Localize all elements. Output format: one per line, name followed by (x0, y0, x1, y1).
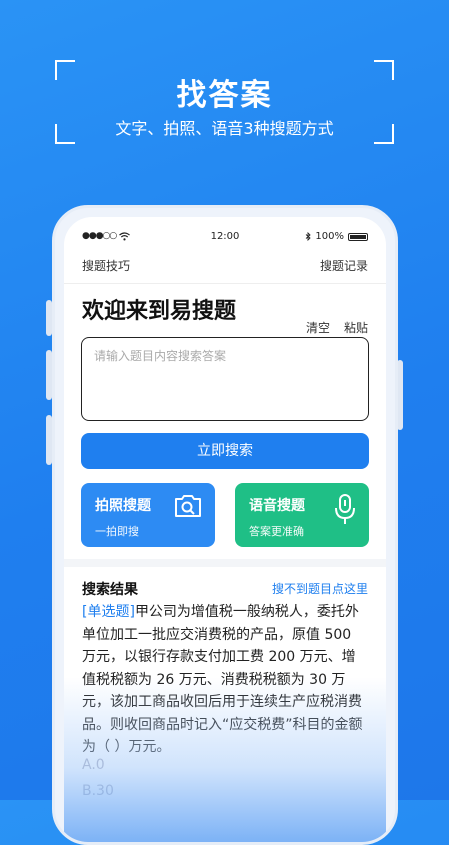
top-nav: 搜题技巧 搜题记录 (82, 257, 368, 277)
search-now-button[interactable]: 立即搜索 (81, 433, 369, 469)
search-tips-link[interactable]: 搜题技巧 (82, 257, 130, 274)
photo-search-card[interactable]: 拍照搜题 一拍即搜 (81, 483, 215, 547)
camera-search-icon (175, 495, 201, 517)
bluetooth-icon (306, 232, 312, 241)
question-body: 甲公司为增值税一般纳税人，委托外单位加工一批应交消费税的产品，原值 500 万元… (82, 604, 363, 755)
hero-subtitle: 文字、拍照、语音3种搜题方式 (115, 119, 334, 138)
divider (64, 283, 386, 284)
microphone-icon (335, 494, 355, 524)
input-actions: 清空 粘贴 (306, 319, 368, 336)
battery-percent: 100% (315, 231, 344, 242)
voice-search-card[interactable]: 语音搜题 答案更准确 (235, 483, 369, 547)
search-history-link[interactable]: 搜题记录 (320, 257, 368, 274)
question-input[interactable]: 请输入题目内容搜索答案 (81, 337, 369, 421)
phone-screen: ●●●○○ 12:00 100% 搜题技巧 搜题记录 欢迎来到易搜题 清空 粘贴… (64, 217, 386, 842)
status-bar: ●●●○○ 12:00 100% (82, 231, 368, 245)
phone-mockup: ●●●○○ 12:00 100% 搜题技巧 搜题记录 欢迎来到易搜题 清空 粘贴… (52, 205, 398, 845)
results-title: 搜索结果 (82, 582, 138, 598)
paste-button[interactable]: 粘贴 (344, 319, 368, 336)
option-b[interactable]: B.30 (82, 783, 114, 799)
not-found-link[interactable]: 搜不到题目点这里 (272, 580, 368, 597)
page-title: 欢迎来到易搜题 (82, 299, 237, 324)
battery-icon (348, 232, 368, 241)
question-type-tag: [单选题] (82, 604, 135, 620)
hero-title: 找答案 (176, 78, 273, 113)
photo-search-subtitle: 一拍即搜 (95, 525, 139, 538)
section-separator (64, 559, 386, 567)
question-text[interactable]: [单选题]甲公司为增值税一般纳税人，委托外单位加工一批应交消费税的产品，原值 5… (82, 601, 368, 759)
clear-button[interactable]: 清空 (306, 319, 330, 336)
option-a[interactable]: A.0 (82, 757, 105, 773)
